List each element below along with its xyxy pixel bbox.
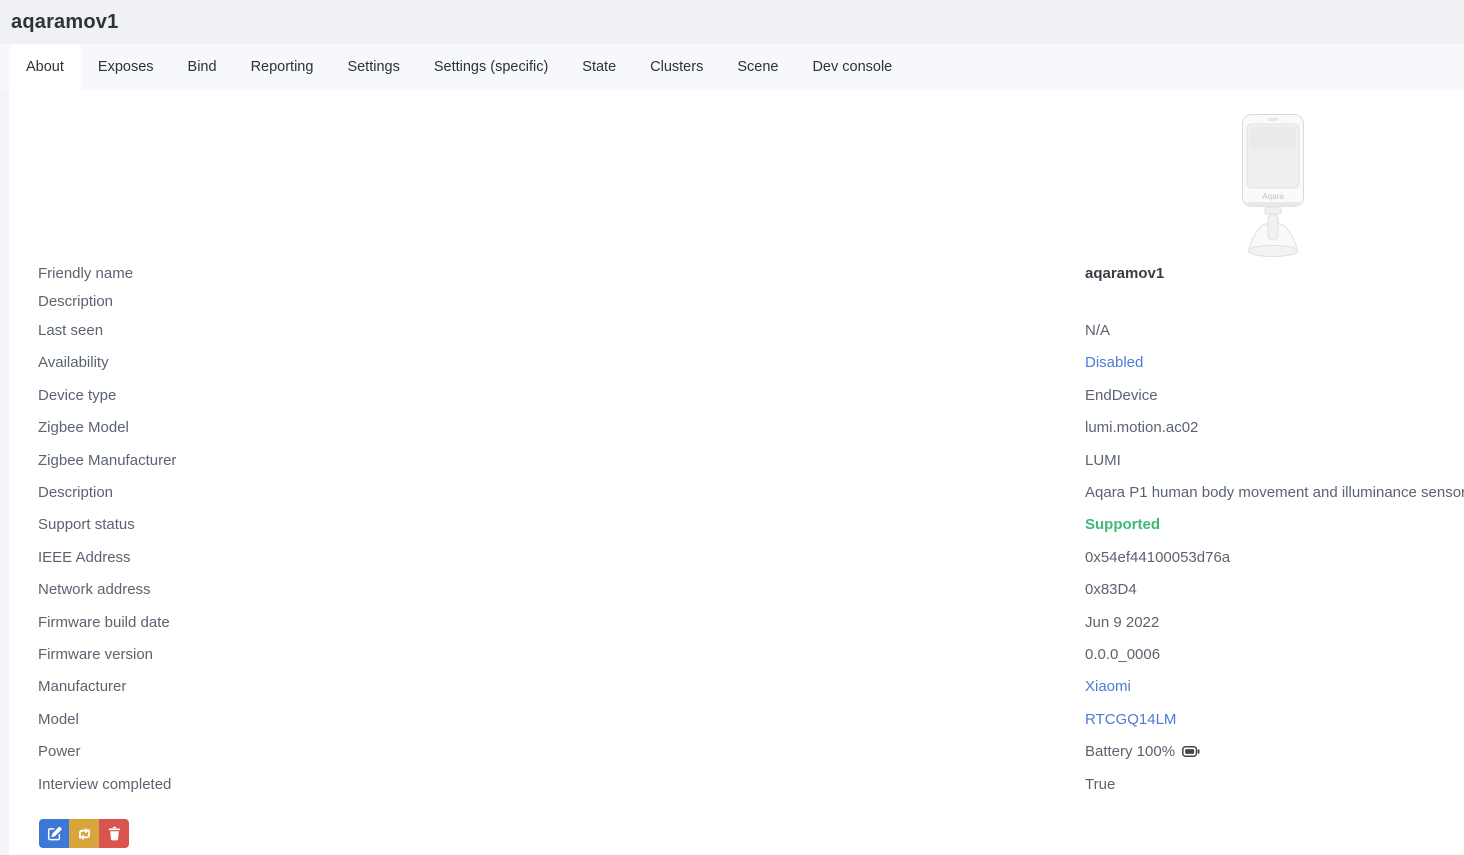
remove-button[interactable]: [99, 819, 129, 848]
field-value: Supported: [1085, 516, 1464, 533]
field-value: aqaramov1: [1085, 265, 1464, 282]
aqara-p1-sensor-illustration: Aqara: [1240, 113, 1306, 259]
field-label: Last seen: [38, 322, 1085, 339]
row-description-2: Description Aqara P1 human body movement…: [9, 476, 1464, 508]
tab-about[interactable]: About: [9, 44, 81, 90]
field-label: Device type: [38, 387, 1085, 404]
pencil-square-icon: [47, 826, 62, 841]
link-disabled[interactable]: Disabled: [1085, 354, 1143, 371]
row-zigbee-manufacturer: Zigbee Manufacturer LUMI: [9, 444, 1464, 476]
field-label: Model: [38, 711, 1085, 728]
row-interview-completed: Interview completed True: [9, 768, 1464, 800]
row-power: Power Battery 100%: [9, 735, 1464, 767]
field-value: Disabled: [1085, 354, 1464, 371]
field-value: N/A: [1085, 322, 1464, 339]
row-manufacturer: Manufacturer Xiaomi: [9, 671, 1464, 703]
field-value: Battery 100%: [1085, 743, 1464, 760]
value-text: EndDevice: [1085, 387, 1158, 404]
link-xiaomi[interactable]: Xiaomi: [1085, 678, 1131, 695]
value-text: Supported: [1085, 516, 1160, 533]
tab-settings[interactable]: Settings: [330, 44, 416, 90]
field-value: Jun 9 2022: [1085, 614, 1464, 631]
tab-bar: AboutExposesBindReportingSettingsSetting…: [0, 44, 1464, 90]
field-value: 0x83D4: [1085, 581, 1464, 598]
row-model: Model RTCGQ14LM: [9, 703, 1464, 735]
field-label: Power: [38, 743, 1085, 760]
reconfigure-button[interactable]: [69, 819, 99, 848]
value-text: True: [1085, 776, 1115, 793]
field-label: Interview completed: [38, 776, 1085, 793]
field-label: Zigbee Manufacturer: [38, 452, 1085, 469]
row-description: Description: [9, 289, 1464, 314]
field-label: Friendly name: [38, 265, 1085, 282]
row-firmware-version: Firmware version 0.0.0_0006: [9, 638, 1464, 670]
value-text: Jun 9 2022: [1085, 614, 1159, 631]
row-network-address: Network address 0x83D4: [9, 574, 1464, 606]
field-label: Description: [38, 484, 1085, 501]
battery-icon: [1182, 746, 1200, 757]
tab-reporting[interactable]: Reporting: [234, 44, 331, 90]
device-actions: [39, 819, 129, 848]
field-value: 0.0.0_0006: [1085, 646, 1464, 663]
device-image: Aqara: [1240, 113, 1306, 264]
retweet-icon: [76, 827, 93, 841]
field-value: EndDevice: [1085, 387, 1464, 404]
row-zigbee-model: Zigbee Model lumi.motion.ac02: [9, 412, 1464, 444]
value-text: LUMI: [1085, 452, 1121, 469]
row-device-type: Device type EndDevice: [9, 379, 1464, 411]
tab-exposes[interactable]: Exposes: [81, 44, 171, 90]
field-value: LUMI: [1085, 452, 1464, 469]
link-rtcgq14lm[interactable]: RTCGQ14LM: [1085, 711, 1176, 728]
value-text: Battery 100%: [1085, 743, 1175, 760]
field-label: Zigbee Model: [38, 419, 1085, 436]
row-ieee-address: IEEE Address 0x54ef44100053d76a: [9, 541, 1464, 573]
about-panel: Aqara Friendly name aqaramov1 Descriptio…: [9, 90, 1464, 855]
value-text: aqaramov1: [1085, 265, 1164, 282]
field-value: Aqara P1 human body movement and illumin…: [1085, 484, 1464, 501]
field-label: Firmware build date: [38, 614, 1085, 631]
field-label: Availability: [38, 354, 1085, 371]
row-firmware-build-date: Firmware build date Jun 9 2022: [9, 606, 1464, 638]
field-label: IEEE Address: [38, 549, 1085, 566]
tab-dev-console[interactable]: Dev console: [795, 44, 909, 90]
field-label: Network address: [38, 581, 1085, 598]
value-text: 0x54ef44100053d76a: [1085, 549, 1230, 566]
page-title: aqaramov1: [11, 11, 118, 34]
field-label: Manufacturer: [38, 678, 1085, 695]
value-text: N/A: [1085, 322, 1110, 339]
page-header: aqaramov1: [0, 0, 1464, 44]
value-text: Aqara P1 human body movement and illumin…: [1085, 484, 1464, 501]
field-value: RTCGQ14LM: [1085, 711, 1464, 728]
field-label: Description: [38, 293, 1085, 310]
row-availability: Availability Disabled: [9, 347, 1464, 379]
tab-state[interactable]: State: [565, 44, 633, 90]
rename-button[interactable]: [39, 819, 69, 848]
trash-icon: [108, 826, 121, 841]
row-last-seen: Last seen N/A: [9, 314, 1464, 346]
row-support-status: Support status Supported: [9, 509, 1464, 541]
field-value: lumi.motion.ac02: [1085, 419, 1464, 436]
device-brand-text: Aqara: [1262, 192, 1284, 201]
tab-settings-specific[interactable]: Settings (specific): [417, 44, 565, 90]
tab-clusters[interactable]: Clusters: [633, 44, 720, 90]
tab-bind[interactable]: Bind: [171, 44, 234, 90]
field-label: Support status: [38, 516, 1085, 533]
value-text: 0.0.0_0006: [1085, 646, 1160, 663]
field-value: True: [1085, 776, 1464, 793]
field-label: Firmware version: [38, 646, 1085, 663]
value-text: lumi.motion.ac02: [1085, 419, 1198, 436]
value-text: 0x83D4: [1085, 581, 1137, 598]
field-value: 0x54ef44100053d76a: [1085, 549, 1464, 566]
field-value: Xiaomi: [1085, 678, 1464, 695]
tab-scene[interactable]: Scene: [720, 44, 795, 90]
